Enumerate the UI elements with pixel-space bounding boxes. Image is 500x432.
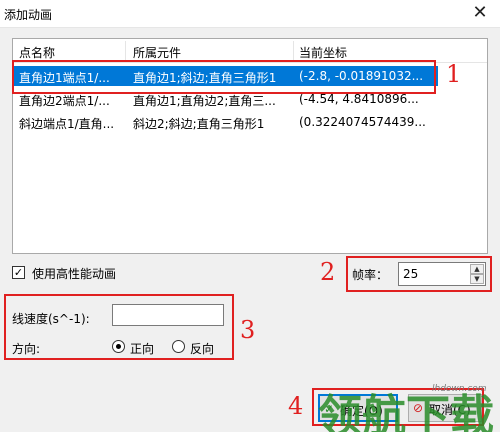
close-icon[interactable]: ✕ — [468, 1, 492, 25]
window-title: 添加动画 — [4, 8, 53, 22]
row-owner: 直角边1;直角边2;直角三... — [133, 94, 276, 108]
annotation-number-1: 1 — [446, 60, 462, 88]
fps-label: 帧率： — [352, 268, 389, 282]
row-coord: (0.3224074574439... — [299, 115, 426, 129]
annotation-number-4: 4 — [288, 392, 304, 420]
spin-up-icon[interactable]: ▲ — [470, 264, 484, 274]
fps-value[interactable]: 25 — [403, 267, 418, 281]
row-owner: 斜边2;斜边;直角三角形1 — [133, 117, 265, 131]
row-coord: (-4.54, 4.8410896... — [299, 92, 419, 106]
high-perf-checkbox[interactable]: ✓ — [12, 266, 25, 279]
column-header-name[interactable]: 点名称 — [19, 44, 55, 61]
column-divider[interactable] — [125, 41, 126, 61]
column-header-coord[interactable]: 当前坐标 — [299, 44, 347, 61]
high-perf-label: 使用高性能动画 — [32, 267, 117, 281]
row-point-name: 斜边端点1/直角... — [19, 117, 115, 131]
watermark-site: lhdown.com — [432, 384, 487, 394]
annotation-number-3: 3 — [240, 316, 256, 344]
forward-label[interactable]: 正向 — [130, 340, 154, 357]
row-point-name: 直角边2端点1/... — [19, 94, 110, 108]
reverse-label[interactable]: 反向 — [190, 340, 214, 357]
title-bar: 添加动画 ✕ — [0, 0, 500, 28]
fps-spinbox[interactable]: 25 ▲ ▼ — [398, 262, 486, 286]
annotation-box-1 — [12, 60, 436, 94]
list-row[interactable]: 斜边端点1/直角... 斜边2;斜边;直角三角形1 (0.32240745744… — [14, 112, 438, 132]
column-divider[interactable] — [293, 41, 294, 61]
radio-forward[interactable] — [112, 340, 125, 353]
speed-input[interactable] — [112, 304, 224, 326]
speed-label: 线速度(s^-1): — [12, 312, 90, 326]
spin-down-icon[interactable]: ▼ — [470, 274, 484, 284]
annotation-number-2: 2 — [320, 258, 336, 286]
column-header-owner[interactable]: 所属元件 — [133, 44, 181, 61]
radio-reverse[interactable] — [172, 340, 185, 353]
direction-label: 方向: — [12, 342, 41, 356]
